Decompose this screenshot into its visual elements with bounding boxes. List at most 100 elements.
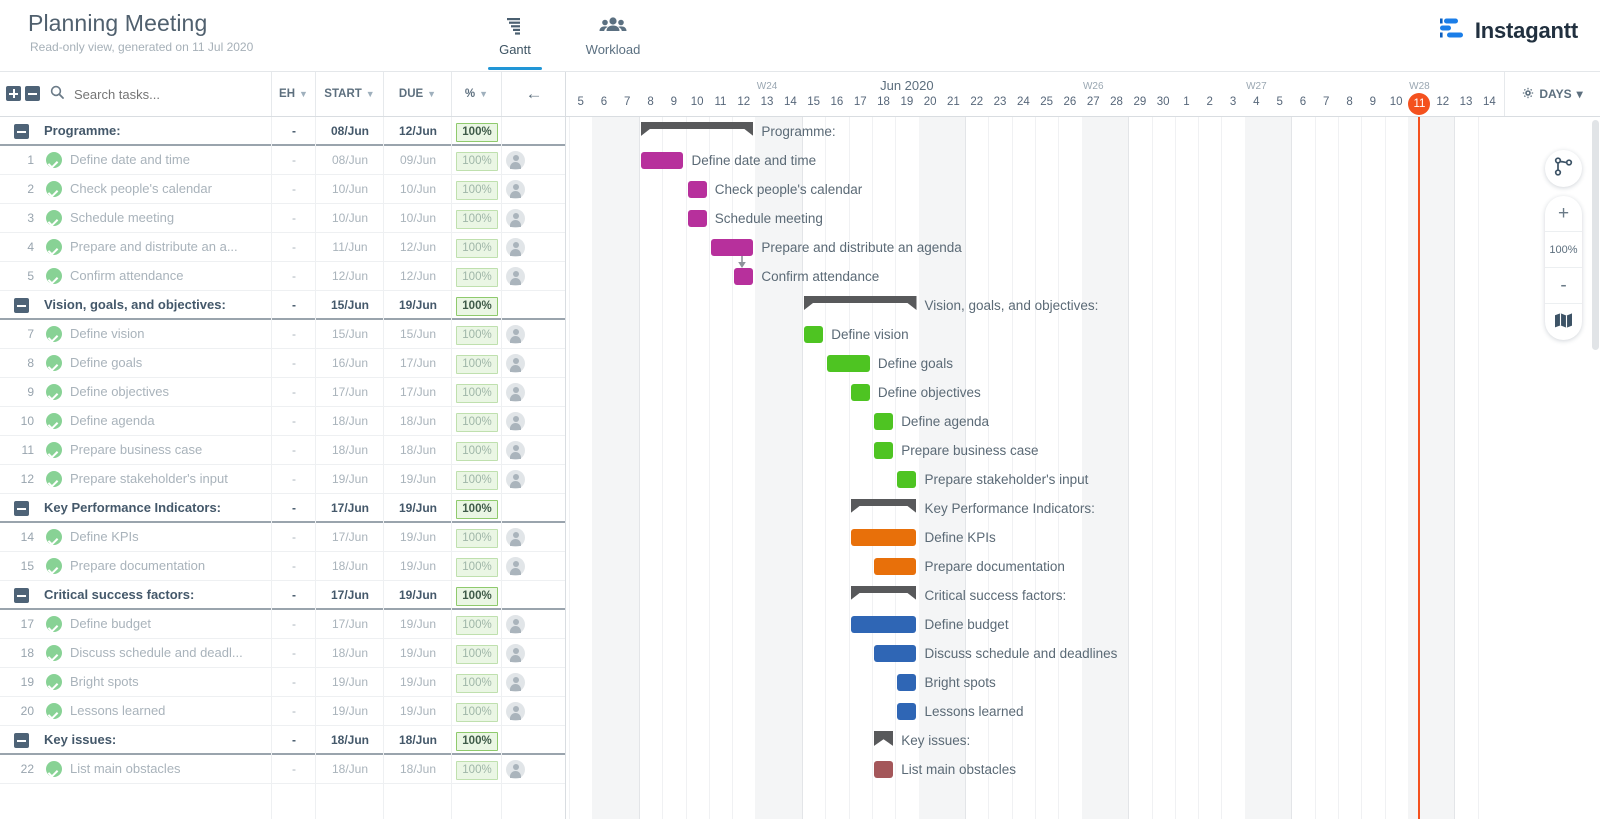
task-eh[interactable]: - (272, 436, 316, 464)
task-start-date[interactable]: 10/Jun (316, 204, 384, 232)
task-name[interactable]: Prepare business case (70, 436, 202, 464)
zoom-in-button[interactable]: + (1545, 196, 1582, 232)
task-eh[interactable]: - (272, 755, 316, 783)
assignee-avatar[interactable] (506, 760, 525, 779)
task-due-date[interactable]: 17/Jun (384, 378, 452, 406)
task-start-date[interactable]: 18/Jun (316, 755, 384, 783)
task-percent-cell[interactable]: 100% (452, 146, 502, 174)
task-row[interactable]: 22List main obstacles-18/Jun18/Jun100% (0, 755, 565, 784)
task-row[interactable]: 3Schedule meeting-10/Jun10/Jun100% (0, 204, 565, 233)
task-group-row[interactable]: Vision, goals, and objectives:-15/Jun19/… (0, 291, 565, 320)
task-due-date[interactable]: 12/Jun (384, 117, 452, 145)
task-start-date[interactable]: 18/Jun (316, 407, 384, 435)
task-eh[interactable]: - (272, 320, 316, 348)
task-due-date[interactable]: 19/Jun (384, 494, 452, 522)
task-name[interactable]: Define agenda (70, 407, 155, 435)
task-percent-cell[interactable]: 100% (452, 204, 502, 232)
task-complete-check-icon[interactable] (46, 703, 62, 719)
task-name[interactable]: Define vision (70, 320, 144, 348)
task-start-date[interactable]: 15/Jun (316, 320, 384, 348)
task-percent-cell[interactable]: 100% (452, 726, 502, 754)
task-percent-cell[interactable]: 100% (452, 407, 502, 435)
collapse-group-button[interactable] (14, 298, 29, 313)
task-group-row[interactable]: Programme:-08/Jun12/Jun100% (0, 117, 565, 146)
task-eh[interactable]: - (272, 262, 316, 290)
task-row[interactable]: 10Define agenda-18/Jun18/Jun100% (0, 407, 565, 436)
task-name[interactable]: Prepare documentation (70, 552, 205, 580)
task-name[interactable]: Critical success factors: (44, 581, 194, 609)
task-percent-cell[interactable]: 100% (452, 581, 502, 609)
column-header-start[interactable]: START ▼ (316, 72, 384, 116)
task-start-date[interactable]: 18/Jun (316, 726, 384, 754)
assignee-avatar[interactable] (506, 180, 525, 199)
task-start-date[interactable]: 19/Jun (316, 697, 384, 725)
task-eh[interactable]: - (272, 523, 316, 551)
gantt-task-bar[interactable] (874, 761, 893, 778)
task-due-date[interactable]: 17/Jun (384, 349, 452, 377)
task-percent-cell[interactable]: 100% (452, 320, 502, 348)
task-complete-check-icon[interactable] (46, 616, 62, 632)
task-complete-check-icon[interactable] (46, 268, 62, 284)
task-start-date[interactable]: 18/Jun (316, 639, 384, 667)
assignee-avatar[interactable] (506, 267, 525, 286)
column-header-percent[interactable]: % ▼ (452, 72, 502, 116)
dependency-mode-button[interactable] (1545, 150, 1582, 187)
task-row[interactable]: 2Check people's calendar-10/Jun10/Jun100… (0, 175, 565, 204)
task-eh[interactable]: - (272, 668, 316, 696)
task-start-date[interactable]: 12/Jun (316, 262, 384, 290)
task-percent-cell[interactable]: 100% (452, 233, 502, 261)
task-due-date[interactable]: 19/Jun (384, 523, 452, 551)
task-percent-cell[interactable]: 100% (452, 349, 502, 377)
task-percent-cell[interactable]: 100% (452, 755, 502, 783)
assignee-avatar[interactable] (506, 615, 525, 634)
task-eh[interactable]: - (272, 610, 316, 638)
tab-workload[interactable]: Workload (558, 8, 668, 70)
task-due-date[interactable]: 12/Jun (384, 262, 452, 290)
task-eh[interactable]: - (272, 494, 316, 522)
task-name[interactable]: List main obstacles (70, 755, 181, 783)
collapse-group-button[interactable] (14, 588, 29, 603)
task-row[interactable]: 14Define KPIs-17/Jun19/Jun100% (0, 523, 565, 552)
gantt-summary-bar[interactable] (804, 296, 917, 310)
assignee-avatar[interactable] (506, 557, 525, 576)
task-eh[interactable]: - (272, 639, 316, 667)
task-eh[interactable]: - (272, 726, 316, 754)
task-complete-check-icon[interactable] (46, 645, 62, 661)
task-name[interactable]: Define budget (70, 610, 151, 638)
task-start-date[interactable]: 17/Jun (316, 378, 384, 406)
map-overview-button[interactable] (1545, 304, 1582, 340)
collapse-group-button[interactable] (14, 124, 29, 139)
task-start-date[interactable]: 19/Jun (316, 668, 384, 696)
task-complete-check-icon[interactable] (46, 529, 62, 545)
task-due-date[interactable]: 18/Jun (384, 407, 452, 435)
gantt-task-bar[interactable] (804, 326, 823, 343)
task-row[interactable]: 18Discuss schedule and deadl...-18/Jun19… (0, 639, 565, 668)
gantt-task-bar[interactable] (851, 384, 870, 401)
task-eh[interactable]: - (272, 349, 316, 377)
task-due-date[interactable]: 19/Jun (384, 697, 452, 725)
gantt-task-bar[interactable] (874, 413, 893, 430)
gantt-task-bar[interactable] (874, 645, 917, 662)
task-percent-cell[interactable]: 100% (452, 291, 502, 319)
assignee-avatar[interactable] (506, 528, 525, 547)
task-complete-check-icon[interactable] (46, 152, 62, 168)
assignee-avatar[interactable] (506, 673, 525, 692)
task-row[interactable]: 11Prepare business case-18/Jun18/Jun100% (0, 436, 565, 465)
task-row[interactable]: 1Define date and time-08/Jun09/Jun100% (0, 146, 565, 175)
gantt-task-bar[interactable] (641, 152, 684, 169)
collapse-group-button[interactable] (14, 733, 29, 748)
task-row[interactable]: 15Prepare documentation-18/Jun19/Jun100% (0, 552, 565, 581)
search-container[interactable] (40, 72, 272, 116)
task-name[interactable]: Key issues: (44, 726, 116, 754)
task-row[interactable]: 9Define objectives-17/Jun17/Jun100% (0, 378, 565, 407)
task-due-date[interactable]: 18/Jun (384, 726, 452, 754)
task-row[interactable]: 8Define goals-16/Jun17/Jun100% (0, 349, 565, 378)
gantt-summary-bar[interactable] (851, 499, 917, 513)
task-complete-check-icon[interactable] (46, 384, 62, 400)
task-due-date[interactable]: 18/Jun (384, 755, 452, 783)
expand-all-button[interactable] (6, 86, 21, 101)
task-row[interactable]: 7Define vision-15/Jun15/Jun100% (0, 320, 565, 349)
task-percent-cell[interactable]: 100% (452, 494, 502, 522)
collapse-group-button[interactable] (14, 501, 29, 516)
gantt-task-bar[interactable] (874, 442, 893, 459)
